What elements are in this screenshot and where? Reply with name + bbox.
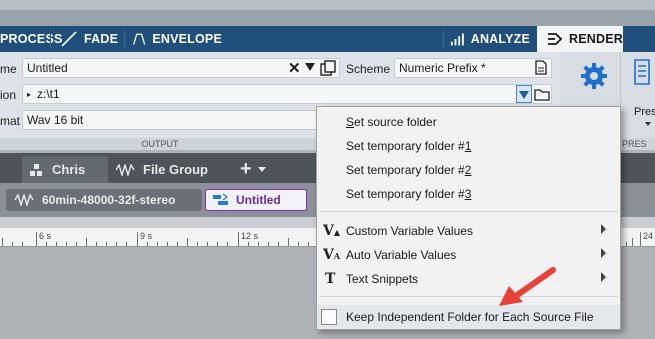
menu-item-keep-independent-folder[interactable]: Keep Independent Folder for Each Source …	[317, 305, 620, 329]
menu-separator	[319, 211, 618, 212]
custom-variable-icon: V▲	[323, 223, 341, 239]
menu-item-label: Set source folder	[346, 115, 437, 129]
text-snippet-icon: T	[325, 271, 336, 287]
fade-icon	[61, 31, 77, 47]
format-field[interactable]: Wav 16 bit	[22, 110, 322, 130]
presets-icon[interactable]	[632, 58, 652, 86]
document-icon[interactable]	[535, 60, 547, 75]
scheme-label: Scheme	[346, 62, 391, 76]
gear-icon[interactable]	[580, 62, 608, 90]
location-dropdown-button[interactable]	[516, 85, 532, 103]
tab-chris[interactable]: Chris	[22, 156, 108, 183]
menu-item-accelerator: 2	[464, 163, 472, 177]
menu-item-label: Text Snippets	[346, 272, 419, 286]
menu-separator	[319, 296, 618, 297]
workspace-grid-icon	[30, 163, 42, 176]
menu-item-auto-variable-values[interactable]: VA Auto Variable Values	[317, 243, 620, 267]
file-tab-60min[interactable]: 60min-48000-32f-stereo	[6, 189, 202, 211]
dropdown-arrow-icon[interactable]	[305, 63, 315, 71]
folder-icon[interactable]	[534, 87, 550, 101]
tab-process[interactable]: PROCESS	[0, 26, 62, 52]
menu-item-label-rest: et source folder	[354, 115, 437, 129]
ruler-label: 9 s	[140, 231, 153, 241]
main-tab-bar: PROCESS FADE ENVELOPE ANALYZE RENDER	[0, 26, 655, 52]
tab-process-label: PROCESS	[0, 32, 63, 46]
menu-item-set-temp-folder-1[interactable]: Set temporary folder #1	[317, 134, 620, 158]
output-group-label: OUTPUT	[0, 138, 320, 150]
menu-item-custom-variable-values[interactable]: V▲ Custom Variable Values	[317, 219, 620, 243]
name-value: Untitled	[27, 61, 68, 75]
tab-analyze[interactable]: ANALYZE	[450, 26, 530, 52]
ruler-label: 24	[643, 231, 654, 241]
ruler-label: 12 s	[241, 231, 259, 241]
copy-icon[interactable]	[320, 60, 336, 76]
file-tab-untitled-label: Untitled	[236, 193, 281, 207]
scheme-value: Numeric Prefix *	[399, 61, 486, 75]
location-field[interactable]: ▸ z:\t1	[22, 84, 552, 104]
location-label: ion	[0, 88, 17, 102]
auto-variable-icon: VA	[323, 247, 341, 263]
scheme-field[interactable]: Numeric Prefix *	[394, 58, 552, 78]
submenu-arrow-icon	[601, 272, 606, 282]
file-tab-untitled[interactable]: Untitled	[205, 189, 307, 211]
montage-icon	[213, 193, 229, 205]
menu-item-accelerator: 1	[464, 139, 472, 153]
location-value: z:\t1	[37, 87, 60, 101]
menu-item-label: Set temporary folder #2	[346, 163, 471, 177]
waveform-icon	[115, 163, 135, 176]
submenu-arrow-icon	[601, 224, 606, 234]
menu-item-accelerator: 3	[464, 187, 472, 201]
menu-item-label: Keep Independent Folder for Each Source …	[346, 310, 594, 324]
menu-item-label-prefix: Set temporary folder #	[346, 187, 465, 201]
menu-item-set-temp-folder-2[interactable]: Set temporary folder #2	[317, 158, 620, 182]
presets-label: Pres	[634, 106, 655, 118]
ruler-label: 6 s	[39, 231, 52, 241]
tab-fade-label: FADE	[84, 32, 119, 46]
annotation-arrow-icon	[499, 267, 556, 306]
menu-item-label-prefix: Set temporary folder #	[346, 139, 465, 153]
name-label: me	[0, 62, 17, 76]
presets-group-label: PRES	[622, 138, 655, 150]
tab-fade[interactable]: FADE	[60, 26, 124, 52]
file-tab-60min-label: 60min-48000-32f-stereo	[42, 193, 176, 207]
menu-item-set-temp-folder-3[interactable]: Set temporary folder #3	[317, 182, 620, 206]
tab-analyze-label: ANALYZE	[470, 32, 530, 46]
menu-item-label: Custom Variable Values	[346, 224, 473, 238]
add-tab-button[interactable]: +	[240, 156, 274, 183]
submenu-arrow-icon	[601, 248, 606, 258]
tab-envelope[interactable]: ENVELOPE	[132, 26, 222, 52]
menu-item-label: Auto Variable Values	[346, 248, 457, 262]
tab-chris-label: Chris	[52, 162, 86, 177]
tab-file-group[interactable]: File Group	[115, 156, 225, 183]
clear-icon[interactable]: ✕	[288, 59, 301, 77]
tab-file-group-label: File Group	[143, 162, 208, 177]
envelope-icon	[132, 33, 146, 45]
add-icon: +	[240, 158, 252, 180]
format-value: Wav 16 bit	[27, 113, 84, 127]
location-expand-icon: ▸	[27, 89, 32, 99]
tab-render[interactable]: RENDER	[537, 26, 623, 52]
menu-item-set-source-folder[interactable]: Set source folder	[317, 110, 620, 134]
menu-item-label-prefix: Set temporary folder #	[346, 163, 465, 177]
menu-item-label: Set temporary folder #1	[346, 139, 471, 153]
render-icon	[548, 33, 563, 45]
tab-render-label: RENDER	[569, 32, 623, 46]
tab-envelope-label: ENVELOPE	[152, 32, 222, 46]
dropdown-arrow-icon	[519, 91, 529, 99]
keep-folder-checkbox[interactable]	[321, 309, 337, 325]
menu-item-text-snippets[interactable]: T Text Snippets	[317, 267, 620, 291]
analyze-bars-icon	[450, 33, 464, 46]
presets-dropdown-icon[interactable]	[645, 122, 651, 126]
waveform-icon	[14, 194, 34, 206]
add-dropdown-icon	[257, 167, 266, 172]
format-label: mat	[0, 114, 21, 128]
folder-context-menu: Set source folder Set temporary folder #…	[316, 106, 621, 330]
window-frame	[0, 0, 655, 26]
menu-item-label: Set temporary folder #3	[346, 187, 471, 201]
menu-item-accelerator: S	[346, 115, 355, 129]
